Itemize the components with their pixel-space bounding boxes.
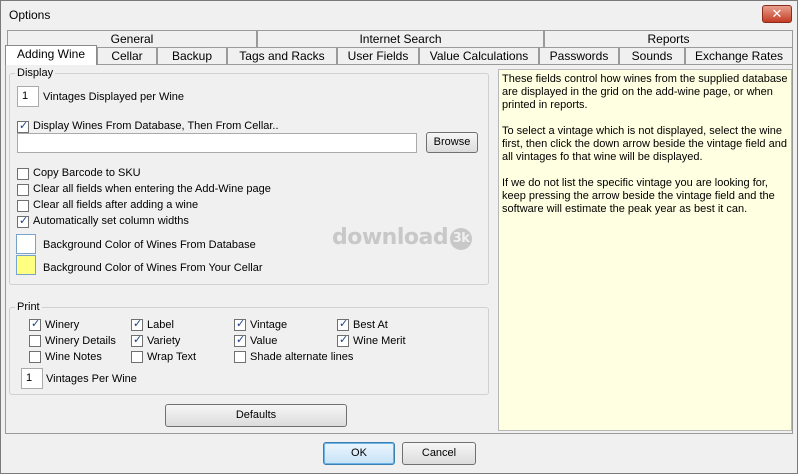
cellar-color-label: Background Color of Wines From Your Cell… [43, 262, 263, 274]
browse-button[interactable]: Browse [426, 132, 478, 153]
tab-reports[interactable]: Reports [544, 30, 793, 47]
print-label-label: Label [147, 319, 174, 331]
print-vintage-label: Vintage [250, 319, 288, 331]
clear-after-add-checkbox[interactable] [17, 200, 29, 212]
tab-backup[interactable]: Backup [157, 47, 227, 64]
clear-on-enter-label: Clear all fields when entering the Add-W… [33, 183, 271, 195]
watermark-badge-icon: 3k [450, 228, 473, 250]
database-path-field[interactable] [17, 133, 417, 153]
tab-passwords[interactable]: Passwords [539, 47, 619, 64]
defaults-button[interactable]: Defaults [165, 404, 347, 427]
print-winery-label: Winery [45, 319, 80, 331]
print-shade-lines-checkbox[interactable] [234, 351, 246, 363]
close-button[interactable]: ✕ [762, 5, 792, 23]
vintages-displayed-label: Vintages Displayed per Wine [43, 91, 185, 103]
display-group [9, 73, 489, 285]
window-title: Options [9, 8, 51, 22]
options-window: Options ✕ General Internet Search Report… [0, 0, 798, 474]
print-vintage-checkbox[interactable] [234, 317, 246, 331]
tab-internet-search[interactable]: Internet Search [257, 30, 544, 47]
database-color-label: Background Color of Wines From Database [43, 239, 256, 251]
auto-column-widths-label: Automatically set column widths [33, 215, 189, 227]
print-wine-merit-label: Wine Merit [353, 335, 406, 347]
db-then-cellar-label: Display Wines From Database, Then From C… [33, 120, 279, 132]
close-icon: ✕ [771, 6, 783, 22]
print-value-checkbox[interactable] [234, 333, 246, 347]
tab-value-calculations[interactable]: Value Calculations [419, 47, 539, 64]
help-paragraph: If we do not list the specific vintage y… [502, 177, 775, 215]
vintages-displayed-input[interactable]: 1 [17, 86, 39, 107]
tab-user-fields[interactable]: User Fields [337, 47, 419, 64]
display-group-title: Display [15, 67, 56, 79]
print-value-label: Value [250, 335, 278, 347]
help-panel: These fields control how wines from the … [498, 69, 792, 431]
tab-sounds[interactable]: Sounds [619, 47, 685, 64]
print-wine-notes-checkbox[interactable] [29, 351, 41, 363]
print-variety-label: Variety [147, 335, 181, 347]
database-color-swatch[interactable] [16, 234, 36, 254]
watermark-text: download [332, 225, 449, 250]
auto-column-widths-checkbox[interactable] [17, 214, 29, 228]
clear-on-enter-checkbox[interactable] [17, 184, 29, 196]
print-best-at-checkbox[interactable] [337, 317, 349, 331]
print-wrap-text-checkbox[interactable] [131, 351, 143, 363]
print-variety-checkbox[interactable] [131, 333, 143, 347]
print-winery-details-label: Winery Details [45, 335, 116, 347]
download-watermark: download 3k [332, 225, 473, 250]
print-winery-details-checkbox[interactable] [29, 335, 41, 347]
adding-wine-panel: Display 1 Vintages Displayed per Wine Di… [5, 64, 793, 434]
copy-barcode-label: Copy Barcode to SKU [33, 167, 141, 179]
tab-tags-and-racks[interactable]: Tags and Racks [227, 47, 337, 64]
print-group-title: Print [15, 301, 42, 313]
cancel-button[interactable]: Cancel [402, 442, 476, 465]
print-wrap-text-label: Wrap Text [147, 351, 197, 363]
tab-exchange-rates[interactable]: Exchange Rates [685, 47, 793, 64]
clear-after-add-label: Clear all fields after adding a wine [33, 199, 199, 211]
copy-barcode-checkbox[interactable] [17, 168, 29, 180]
print-best-at-label: Best At [353, 319, 388, 331]
print-label-checkbox[interactable] [131, 317, 143, 331]
ok-button[interactable]: OK [323, 442, 395, 465]
print-wine-merit-checkbox[interactable] [337, 333, 349, 347]
tab-cellar[interactable]: Cellar [97, 47, 157, 64]
cellar-color-swatch[interactable] [16, 255, 36, 275]
print-winery-checkbox[interactable] [29, 317, 41, 331]
print-wine-notes-label: Wine Notes [45, 351, 102, 363]
title-bar: Options ✕ [1, 1, 797, 29]
print-vintages-label: Vintages Per Wine [46, 373, 137, 385]
help-paragraph: To select a vintage which is not display… [502, 125, 787, 163]
help-paragraph: These fields control how wines from the … [502, 73, 788, 111]
tab-adding-wine[interactable]: Adding Wine [5, 45, 97, 65]
print-vintages-input[interactable]: 1 [21, 368, 43, 389]
db-then-cellar-checkbox[interactable] [17, 119, 29, 133]
print-shade-lines-label: Shade alternate lines [250, 351, 354, 363]
